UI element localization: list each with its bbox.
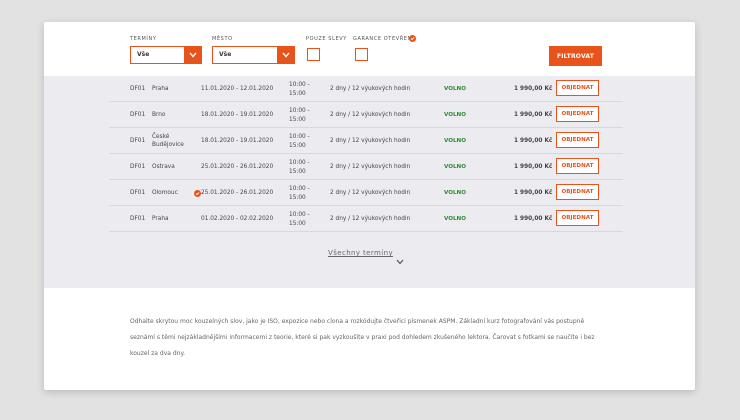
filter-bar: TERMÍNY Vše MĚSTO Vše POUZE SLEVY GARANC… (44, 22, 695, 76)
table-row: DF01 Praha 01.02.2020 - 02.02.2020 10:00… (109, 206, 623, 232)
course-duration: 2 dny / 12 výukových hodin (330, 164, 411, 170)
table-row: DF01 Praha 11.01.2020 - 12.01.2020 10:00… (109, 76, 623, 102)
course-price: 1 990,00 Kč (514, 112, 553, 118)
course-time: 10:00 - 15:00 (289, 134, 310, 149)
guarantee-check-icon (194, 190, 201, 197)
course-time: 10:00 - 15:00 (289, 82, 310, 97)
chevron-down-icon (184, 47, 201, 63)
guarantee-filter-label: GARANCE OTEVŘENÍ (353, 36, 414, 42)
course-duration: 2 dny / 12 výukových hodin (330, 86, 411, 92)
terms-select[interactable]: Vše (130, 46, 202, 64)
city-filter-label: MĚSTO (212, 36, 233, 42)
table-row: DF01 Brno 18.01.2020 - 19.01.2020 10:00 … (109, 102, 623, 128)
table-row: DF01 České Budějovice 18.01.2020 - 19.01… (109, 128, 623, 154)
course-price: 1 990,00 Kč (514, 216, 553, 222)
filter-button[interactable]: FILTROVAT (549, 46, 602, 66)
order-button[interactable]: OBJEDNAT (556, 158, 599, 174)
chevron-down-icon (277, 47, 294, 63)
course-duration: 2 dny / 12 výukových hodin (330, 138, 411, 144)
status-badge: VOLNO (444, 86, 466, 92)
course-time: 10:00 - 15:00 (289, 212, 310, 227)
status-badge: VOLNO (444, 216, 466, 222)
course-code: DF01 (130, 190, 146, 196)
order-button[interactable]: OBJEDNAT (556, 132, 599, 148)
course-code: DF01 (130, 164, 146, 170)
course-price: 1 990,00 Kč (514, 86, 553, 92)
course-price: 1 990,00 Kč (514, 190, 553, 196)
guarantee-checkbox[interactable] (355, 48, 368, 61)
course-price: 1 990,00 Kč (514, 164, 553, 170)
terms-panel: DF01 Praha 11.01.2020 - 12.01.2020 10:00… (44, 76, 695, 288)
discount-checkbox[interactable] (307, 48, 320, 61)
course-time: 10:00 - 15:00 (289, 160, 310, 175)
terms-select-value: Vše (137, 51, 150, 58)
table-row: DF01 Ostrava 25.01.2020 - 26.01.2020 10:… (109, 154, 623, 180)
course-city: Praha (152, 86, 169, 92)
course-duration: 2 dny / 12 výukových hodin (330, 190, 411, 196)
city-select[interactable]: Vše (212, 46, 295, 64)
all-terms-link[interactable]: Všechny termíny (328, 249, 393, 257)
table-row: DF01 Olomouc 25.01.2020 - 26.01.2020 10:… (109, 180, 623, 206)
course-city: Praha (152, 216, 169, 222)
course-date: 01.02.2020 - 02.02.2020 (201, 216, 274, 222)
course-price: 1 990,00 Kč (514, 138, 553, 144)
course-code: DF01 (130, 86, 146, 92)
course-code: DF01 (130, 112, 146, 118)
status-badge: VOLNO (444, 138, 466, 144)
chevron-down-icon[interactable] (396, 250, 404, 269)
course-date: 18.01.2020 - 19.01.2020 (201, 112, 274, 118)
guarantee-check-icon (409, 35, 416, 42)
city-select-value: Vše (219, 51, 232, 58)
course-time: 10:00 - 15:00 (289, 108, 310, 123)
course-code: DF01 (130, 216, 146, 222)
status-badge: VOLNO (444, 164, 466, 170)
status-badge: VOLNO (444, 112, 466, 118)
course-city: Brno (152, 112, 166, 118)
order-button[interactable]: OBJEDNAT (556, 106, 599, 122)
course-date: 25.01.2020 - 26.01.2020 (201, 190, 274, 196)
course-city: Olomouc (152, 190, 178, 196)
course-duration: 2 dny / 12 výukových hodin (330, 216, 411, 222)
course-city: Ostrava (152, 164, 175, 170)
course-date: 25.01.2020 - 26.01.2020 (201, 164, 274, 170)
order-button[interactable]: OBJEDNAT (556, 210, 599, 226)
discount-filter-label: POUZE SLEVY (306, 36, 347, 42)
course-duration: 2 dny / 12 výukových hodin (330, 112, 411, 118)
course-date: 18.01.2020 - 19.01.2020 (201, 138, 274, 144)
course-terms-card: TERMÍNY Vše MĚSTO Vše POUZE SLEVY GARANC… (44, 22, 695, 390)
course-code: DF01 (130, 138, 146, 144)
course-date: 11.01.2020 - 12.01.2020 (201, 86, 274, 92)
order-button[interactable]: OBJEDNAT (556, 184, 599, 200)
course-time: 10:00 - 15:00 (289, 186, 310, 201)
course-description: Odhalte skrytou moc kouzelných slov, jak… (130, 318, 595, 357)
course-city: České Budějovice (152, 134, 184, 148)
status-badge: VOLNO (444, 190, 466, 196)
order-button[interactable]: OBJEDNAT (556, 80, 599, 96)
terms-filter-label: TERMÍNY (130, 36, 157, 42)
